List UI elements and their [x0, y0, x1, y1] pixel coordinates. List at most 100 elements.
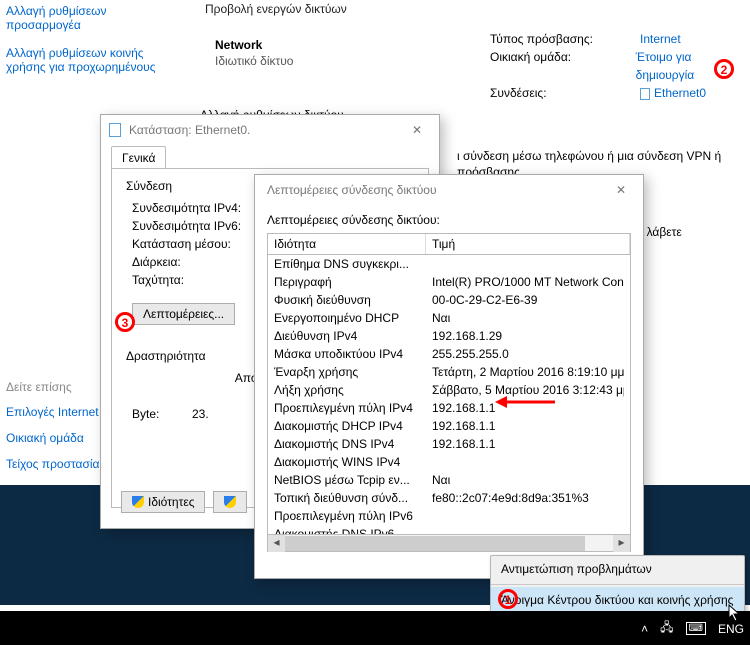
- property-value: Ναι: [432, 309, 624, 327]
- property-name: Διεύθυνση IPv4: [274, 327, 432, 345]
- bytes-label: Byte:: [132, 405, 192, 423]
- list-header: Ιδιότητα Τιμή: [267, 233, 631, 255]
- annotation-circle-3: 3: [115, 312, 135, 332]
- details-row[interactable]: Επίθημα DNS συγκεκρι...: [268, 255, 630, 273]
- connection-info-table: Τύπος πρόσβασης:Internet Οικιακή ομάδα:Έ…: [490, 30, 750, 102]
- scroll-right-button[interactable]: ▸: [613, 535, 630, 552]
- property-name: Προεπιλεγμένη πύλη IPv6: [274, 507, 432, 525]
- details-caption: Λεπτομέρειες σύνδεσης δικτύου:: [267, 213, 631, 227]
- taskbar[interactable]: ˄ 🖧 ⌨ ENG: [0, 611, 750, 645]
- annotation-circle-1: 1: [498, 589, 518, 609]
- property-name: Διακομιστής WINS IPv4: [274, 453, 432, 471]
- property-name: Έναρξη χρήσης: [274, 363, 432, 381]
- property-value: 00-0C-29-C2-E6-39: [432, 291, 624, 309]
- scroll-left-button[interactable]: ◂: [268, 535, 285, 552]
- property-name: Ενεργοποιημένο DHCP: [274, 309, 432, 327]
- scroll-track[interactable]: [285, 535, 613, 552]
- property-name: Μάσκα υποδικτύου IPv4: [274, 345, 432, 363]
- property-value: [432, 525, 624, 535]
- details-row[interactable]: Διακομιστής WINS IPv4: [268, 453, 630, 471]
- property-name: Επίθημα DNS συγκεκρι...: [274, 255, 432, 273]
- lang-indicator[interactable]: ENG: [718, 622, 744, 636]
- open-network-center-item[interactable]: Άνοιγμα Κέντρου δικτύου και κοινής χρήση…: [491, 587, 744, 613]
- col-value[interactable]: Τιμή: [426, 234, 630, 254]
- property-value: 192.168.1.1: [432, 417, 624, 435]
- tray-context-menu: Αντιμετώπιση προβλημάτων Άνοιγμα Κέντρου…: [490, 555, 745, 614]
- details-row[interactable]: Τοπική διεύθυνση σύνδ...fe80::2c07:4e9d:…: [268, 489, 630, 507]
- annotation-arrow: [495, 395, 555, 409]
- property-name: Φυσική διεύθυνση: [274, 291, 432, 309]
- property-name: NetBIOS μέσω Tcpip εν...: [274, 471, 432, 489]
- details-row[interactable]: Προεπιλεγμένη πύλη IPv6: [268, 507, 630, 525]
- details-title: Λεπτομέρειες σύνδεσης δικτύου: [267, 183, 607, 197]
- property-value: [432, 453, 624, 471]
- details-row[interactable]: NetBIOS μέσω Tcpip εν...Ναι: [268, 471, 630, 489]
- details-row[interactable]: Διακομιστής DNS IPv6: [268, 525, 630, 535]
- tab-bar: Γενικά: [101, 145, 439, 168]
- status-titlebar[interactable]: Κατάσταση: Ethernet0. ✕: [101, 115, 439, 145]
- details-titlebar[interactable]: Λεπτομέρειες σύνδεσης δικτύου ✕: [255, 175, 643, 205]
- col-property[interactable]: Ιδιότητα: [268, 234, 426, 254]
- shield-icon: [132, 496, 144, 508]
- access-type-label: Τύπος πρόσβασης:: [490, 30, 640, 48]
- property-name: Λήξη χρήσης: [274, 381, 432, 399]
- homegroup-label: Οικιακή ομάδα:: [490, 48, 636, 84]
- ethernet-label: Ethernet0: [654, 86, 706, 100]
- property-value: 255.255.255.0: [432, 345, 624, 363]
- details-row[interactable]: Διακομιστής DNS IPv4192.168.1.1: [268, 435, 630, 453]
- ethernet-icon: [109, 123, 121, 137]
- details-window: Λεπτομέρειες σύνδεσης δικτύου ✕ Λεπτομέρ…: [254, 174, 644, 579]
- properties-button[interactable]: Ιδιότητες: [121, 491, 205, 513]
- tab-general[interactable]: Γενικά: [111, 146, 166, 169]
- disable-button[interactable]: [213, 491, 247, 513]
- details-row[interactable]: Διακομιστής DHCP IPv4192.168.1.1: [268, 417, 630, 435]
- troubleshoot-item[interactable]: Αντιμετώπιση προβλημάτων: [491, 556, 744, 582]
- ethernet-link[interactable]: Ethernet0: [640, 84, 706, 102]
- scroll-thumb[interactable]: [285, 536, 585, 551]
- property-value: Τετάρτη, 2 Μαρτίου 2016 8:19:10 μμ: [432, 363, 624, 381]
- property-value: 192.168.1.1: [432, 435, 624, 453]
- property-value: [432, 507, 624, 525]
- details-button[interactable]: Λεπτομέρειες...: [132, 303, 235, 325]
- property-name: Διακομιστής DHCP IPv4: [274, 417, 432, 435]
- property-name: Τοπική διεύθυνση σύνδ...: [274, 489, 432, 507]
- property-value: fe80::2c07:4e9d:8d9a:351%3: [432, 489, 624, 507]
- property-name: Προεπιλεγμένη πύλη IPv4: [274, 399, 432, 417]
- property-value: Ναι: [432, 471, 624, 489]
- details-row[interactable]: Προεπιλεγμένη πύλη IPv4192.168.1.1: [268, 399, 630, 417]
- tray-chevron-icon[interactable]: ˄: [641, 622, 648, 636]
- status-title: Κατάσταση: Ethernet0.: [129, 123, 403, 137]
- network-type: Ιδιωτικό δίκτυο: [215, 54, 293, 68]
- properties-label: Ιδιότητες: [148, 495, 194, 509]
- annotation-circle-2: 2: [714, 59, 734, 79]
- property-value: [432, 255, 624, 273]
- details-row[interactable]: Λήξη χρήσηςΣάββατο, 5 Μαρτίου 2016 3:12:…: [268, 381, 630, 399]
- adapter-settings-link[interactable]: Αλλαγή ρυθμίσεων προσαρμογέα: [6, 4, 176, 32]
- details-row[interactable]: ΠεριγραφήIntel(R) PRO/1000 MT Network Co…: [268, 273, 630, 291]
- details-list: Επίθημα DNS συγκεκρι...ΠεριγραφήIntel(R)…: [267, 255, 631, 535]
- active-networks-header: Προβολή ενεργών δικτύων: [205, 2, 347, 16]
- horizontal-scrollbar[interactable]: ◂ ▸: [267, 535, 631, 552]
- network-tray-icon[interactable]: 🖧: [660, 618, 673, 639]
- advanced-sharing-link[interactable]: Αλλαγή ρυθμίσεων κοινής χρήσης για προχω…: [6, 46, 176, 74]
- property-value: Intel(R) PRO/1000 MT Network Connecti: [432, 273, 624, 291]
- left-nav: Αλλαγή ρυθμίσεων προσαρμογέα Αλλαγή ρυθμ…: [6, 4, 176, 88]
- details-row[interactable]: Ενεργοποιημένο DHCPΝαι: [268, 309, 630, 327]
- ethernet-icon: [640, 88, 650, 100]
- menu-separator: [491, 584, 744, 585]
- details-row[interactable]: Μάσκα υποδικτύου IPv4255.255.255.0: [268, 345, 630, 363]
- details-row[interactable]: Φυσική διεύθυνση00-0C-29-C2-E6-39: [268, 291, 630, 309]
- details-row[interactable]: Έναρξη χρήσηςΤετάρτη, 2 Μαρτίου 2016 8:1…: [268, 363, 630, 381]
- close-button[interactable]: ✕: [403, 120, 431, 140]
- property-name: Διακομιστής DNS IPv4: [274, 435, 432, 453]
- see-also-header: Δείτε επίσης: [6, 380, 72, 394]
- mouse-cursor-icon: [728, 604, 742, 622]
- network-block: Network Ιδιωτικό δίκτυο: [215, 38, 293, 68]
- details-row[interactable]: Διεύθυνση IPv4192.168.1.29: [268, 327, 630, 345]
- property-name: Περιγραφή: [274, 273, 432, 291]
- close-button[interactable]: ✕: [607, 180, 635, 200]
- network-name: Network: [215, 38, 293, 52]
- property-value: 192.168.1.29: [432, 327, 624, 345]
- keyboard-icon[interactable]: ⌨: [686, 622, 706, 635]
- access-type-value: Internet: [640, 30, 681, 48]
